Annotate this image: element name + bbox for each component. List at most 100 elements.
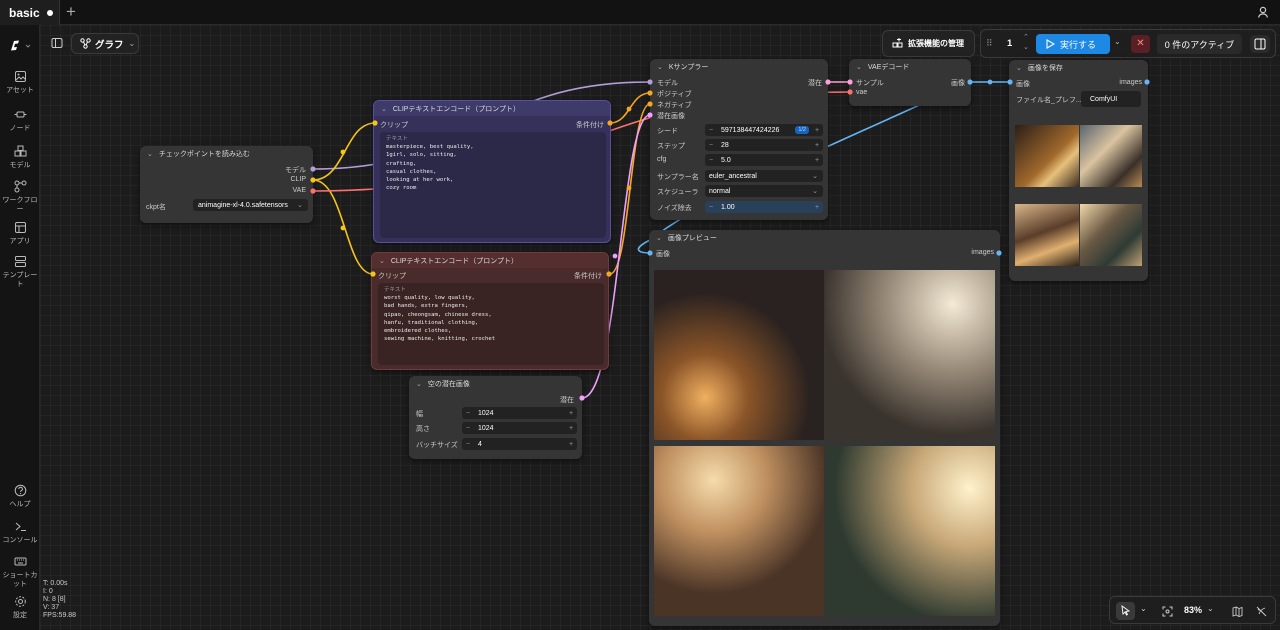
- tab-basic[interactable]: basic: [0, 0, 60, 25]
- node-header[interactable]: ⌄ CLIPテキストエンコード（プロンプト）: [374, 101, 610, 116]
- select-tool-button[interactable]: [1116, 602, 1135, 620]
- node-header[interactable]: ⌄ 空の潜在画像: [409, 376, 582, 391]
- sidebar-item-models[interactable]: モデル: [0, 145, 40, 170]
- collapse-chevron-icon[interactable]: ⌄: [416, 380, 422, 388]
- output-images[interactable]: images: [1119, 79, 1142, 86]
- user-icon[interactable]: [1256, 5, 1270, 19]
- right-panel-toggle[interactable]: [1250, 35, 1270, 53]
- seed-stepper[interactable]: −597138447424226 1/2 +: [705, 124, 823, 136]
- scheduler-select[interactable]: normal ⌄: [705, 185, 823, 197]
- output-vae[interactable]: VAE: [293, 187, 307, 194]
- minus-icon[interactable]: −: [705, 127, 717, 134]
- node-header[interactable]: ⌄ チェックポイントを読み込む: [140, 146, 313, 161]
- comfy-logo[interactable]: [0, 39, 40, 56]
- node-header[interactable]: ⌄ 画像を保存: [1009, 60, 1148, 75]
- stepper-arrows-icon[interactable]: ⌃ ⌄: [1023, 33, 1029, 53]
- preview-image[interactable]: [654, 270, 824, 440]
- input-vae[interactable]: vae: [856, 89, 867, 96]
- input-latent-image[interactable]: 潜在画像: [657, 111, 685, 121]
- plus-icon[interactable]: +: [811, 142, 823, 149]
- collapse-chevron-icon[interactable]: ⌄: [379, 257, 385, 265]
- prompt-textarea[interactable]: テキスト worst quality, low quality, bad hand…: [378, 283, 604, 365]
- zoom-level[interactable]: 83%: [1184, 605, 1202, 615]
- minus-icon[interactable]: −: [705, 142, 717, 149]
- width-stepper[interactable]: −1024 +: [462, 407, 577, 419]
- graph-view-dropdown[interactable]: グラフ ⌄: [71, 33, 139, 54]
- sidebar-item-console[interactable]: コンソール: [0, 520, 40, 545]
- input-negative[interactable]: ネガティブ: [657, 100, 692, 110]
- node-save-image[interactable]: ⌄ 画像を保存 画像 images ファイル名_プレフ... ComfyUI: [1009, 60, 1148, 281]
- sidebar-item-nodes[interactable]: ノード: [0, 108, 40, 133]
- node-header[interactable]: ⌄ Kサンプラー: [650, 59, 828, 74]
- input-positive[interactable]: ポジティブ: [657, 89, 692, 99]
- run-options-chevron-icon[interactable]: ⌄: [1114, 37, 1121, 46]
- cancel-run-button[interactable]: ✕: [1131, 35, 1150, 53]
- collapse-chevron-icon[interactable]: ⌄: [381, 105, 387, 113]
- input-model[interactable]: モデル: [657, 78, 678, 88]
- link-visibility-icon[interactable]: [1256, 606, 1267, 617]
- minus-icon[interactable]: −: [705, 204, 717, 211]
- output-model[interactable]: モデル: [285, 165, 306, 175]
- input-images[interactable]: 画像: [656, 249, 670, 259]
- prompt-textarea[interactable]: テキスト masterpiece, best quality, 1girl, so…: [380, 132, 606, 238]
- node-empty-latent[interactable]: ⌄ 空の潜在画像 潜在 幅 −1024 + 高さ −1024 + バッチサイズ −4 +: [409, 376, 582, 459]
- preview-image[interactable]: [825, 270, 995, 440]
- batch-stepper[interactable]: −4 +: [462, 438, 577, 450]
- node-checkpoint-loader[interactable]: ⌄ チェックポイントを読み込む モデル CLIP VAE ckpt名 animag…: [140, 146, 313, 223]
- saved-image-thumb[interactable]: [1080, 204, 1142, 266]
- sidebar-item-shortcuts[interactable]: ショートカット: [0, 555, 40, 589]
- prefix-input[interactable]: ComfyUI: [1081, 91, 1141, 107]
- drag-handle-icon[interactable]: ⠿: [986, 38, 993, 49]
- output-conditioning[interactable]: 条件付け: [576, 120, 604, 130]
- minus-icon[interactable]: −: [462, 425, 474, 432]
- sidebar-item-apps[interactable]: アプリ: [0, 221, 40, 246]
- run-button[interactable]: 実行する: [1036, 34, 1110, 54]
- queue-count[interactable]: 1: [1007, 38, 1012, 49]
- output-latent[interactable]: 潜在: [560, 395, 574, 405]
- tool-chevron-icon[interactable]: ⌄: [1140, 604, 1147, 613]
- output-clip[interactable]: CLIP: [290, 176, 306, 183]
- node-clip-text-negative[interactable]: ⌄ CLIPテキストエンコード（プロンプト） クリップ 条件付け テキスト wors…: [371, 252, 609, 370]
- saved-image-thumb[interactable]: [1015, 204, 1079, 266]
- node-preview-image[interactable]: ⌄ 画像プレビュー 画像 images: [649, 230, 1000, 626]
- sidebar-item-workflows[interactable]: ワークフロー: [0, 180, 40, 214]
- seed-badge[interactable]: 1/2: [795, 126, 809, 134]
- zoom-chevron-icon[interactable]: ⌄: [1207, 604, 1214, 613]
- plus-icon[interactable]: +: [565, 441, 577, 448]
- sampler-select[interactable]: euler_ancestral ⌄: [705, 170, 823, 182]
- node-header[interactable]: ⌄ CLIPテキストエンコード（プロンプト）: [372, 253, 608, 268]
- plus-icon[interactable]: +: [565, 425, 577, 432]
- node-header[interactable]: ⌄ VAEデコード: [849, 59, 971, 74]
- node-ksampler[interactable]: ⌄ Kサンプラー モデル 潜在 ポジティブ ネガティブ 潜在画像 シード −597…: [650, 59, 828, 220]
- ckpt-select[interactable]: animagine-xl-4.0.safetensors ⌄: [193, 199, 308, 211]
- preview-image[interactable]: [825, 446, 995, 616]
- sidebar-item-assets[interactable]: アセット: [0, 70, 40, 95]
- new-tab-plus-icon[interactable]: +: [66, 3, 80, 21]
- collapse-chevron-icon[interactable]: ⌄: [657, 63, 663, 71]
- plus-icon[interactable]: +: [811, 157, 823, 164]
- minus-icon[interactable]: −: [705, 157, 717, 164]
- output-image[interactable]: 画像: [951, 78, 965, 88]
- plus-icon[interactable]: +: [811, 204, 823, 211]
- sidebar-item-help[interactable]: ヘルプ: [0, 484, 40, 509]
- collapse-chevron-icon[interactable]: ⌄: [1016, 64, 1022, 72]
- plus-icon[interactable]: +: [811, 127, 823, 134]
- node-header[interactable]: ⌄ 画像プレビュー: [649, 230, 1000, 245]
- collapse-chevron-icon[interactable]: ⌄: [147, 150, 153, 158]
- input-clip[interactable]: クリップ: [380, 120, 408, 130]
- cfg-stepper[interactable]: −5.0 +: [705, 154, 823, 166]
- minus-icon[interactable]: −: [462, 410, 474, 417]
- output-images[interactable]: images: [971, 249, 994, 256]
- denoise-slider[interactable]: −1.00 +: [705, 201, 823, 213]
- height-stepper[interactable]: −1024 +: [462, 422, 577, 434]
- input-images[interactable]: 画像: [1016, 79, 1030, 89]
- saved-image-thumb[interactable]: [1015, 125, 1079, 187]
- preview-image[interactable]: [654, 446, 824, 616]
- input-samples[interactable]: サンプル: [856, 78, 884, 88]
- output-latent[interactable]: 潜在: [808, 78, 822, 88]
- minimap-icon[interactable]: [1232, 606, 1243, 617]
- sidebar-item-settings[interactable]: 設定: [0, 595, 40, 620]
- input-clip[interactable]: クリップ: [378, 271, 406, 281]
- saved-image-thumb[interactable]: [1080, 125, 1142, 187]
- minus-icon[interactable]: −: [462, 441, 474, 448]
